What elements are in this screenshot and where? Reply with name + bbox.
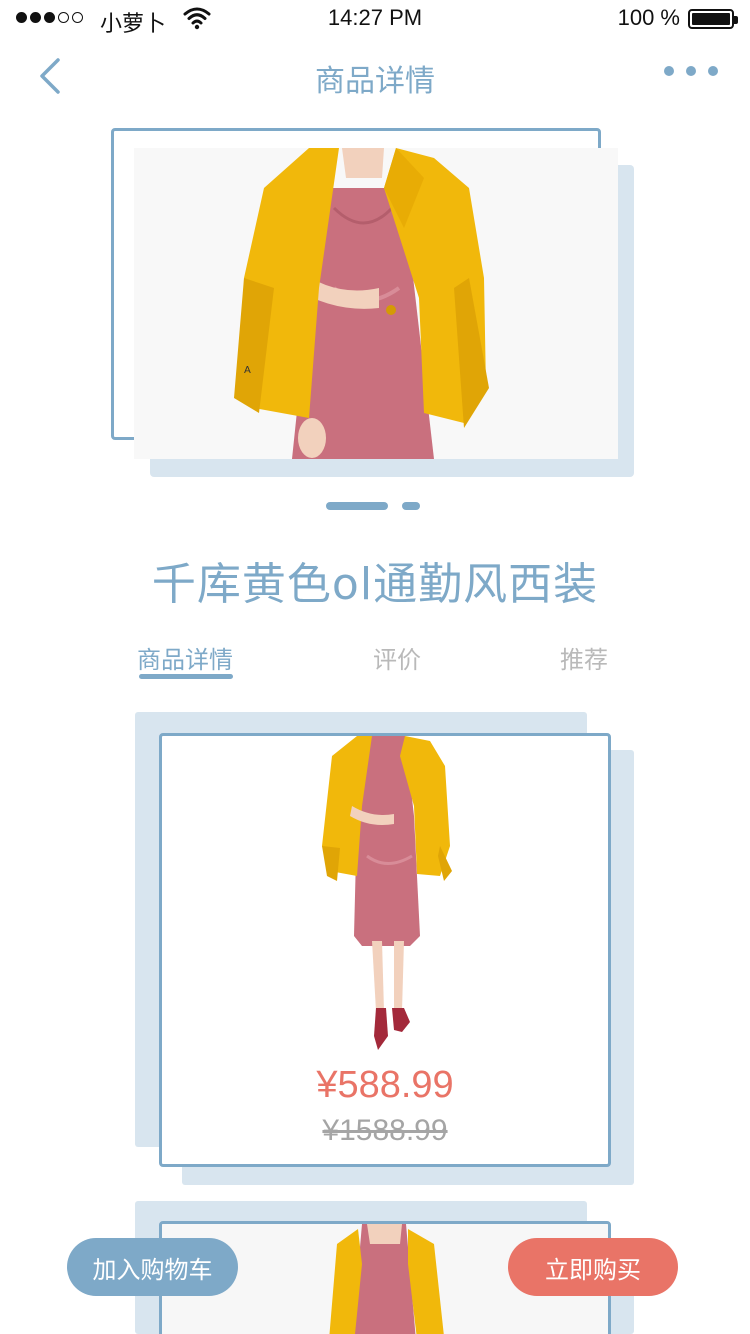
product-card[interactable]: ¥588.99 ¥1588.99 <box>159 733 611 1167</box>
battery-percentage: 100 % <box>617 5 680 30</box>
more-dot-icon <box>664 66 674 76</box>
current-price: ¥588.99 <box>316 1064 454 1106</box>
original-price: ¥1588.99 <box>322 1114 448 1147</box>
status-bar: 小萝卜 14:27 PM 100 % <box>0 0 750 40</box>
more-dot-icon <box>708 66 718 76</box>
hero-product-image[interactable]: A <box>134 148 618 459</box>
buy-now-button[interactable]: 立即购买 <box>508 1238 678 1296</box>
tab-product-details[interactable]: 商品详情 <box>137 640 233 675</box>
svg-text:A: A <box>244 365 251 376</box>
gallery-pagination <box>326 502 420 510</box>
product-title: 千库黄色ol通勤风西装 <box>151 559 599 610</box>
pagination-dot[interactable] <box>402 502 420 510</box>
tab-recommendations[interactable]: 推荐 <box>560 640 608 675</box>
more-dot-icon <box>686 66 696 76</box>
battery-icon <box>688 9 738 29</box>
add-to-cart-button[interactable]: 加入购物车 <box>67 1238 238 1296</box>
more-options-button[interactable] <box>664 66 718 76</box>
tab-reviews[interactable]: 评价 <box>373 640 421 675</box>
active-tab-indicator <box>139 674 233 679</box>
pagination-dot-active[interactable] <box>326 502 388 510</box>
page-title: 商品详情 <box>315 64 435 99</box>
model-full-illustration <box>322 736 452 1050</box>
model-jacket-illustration: A <box>234 148 489 459</box>
